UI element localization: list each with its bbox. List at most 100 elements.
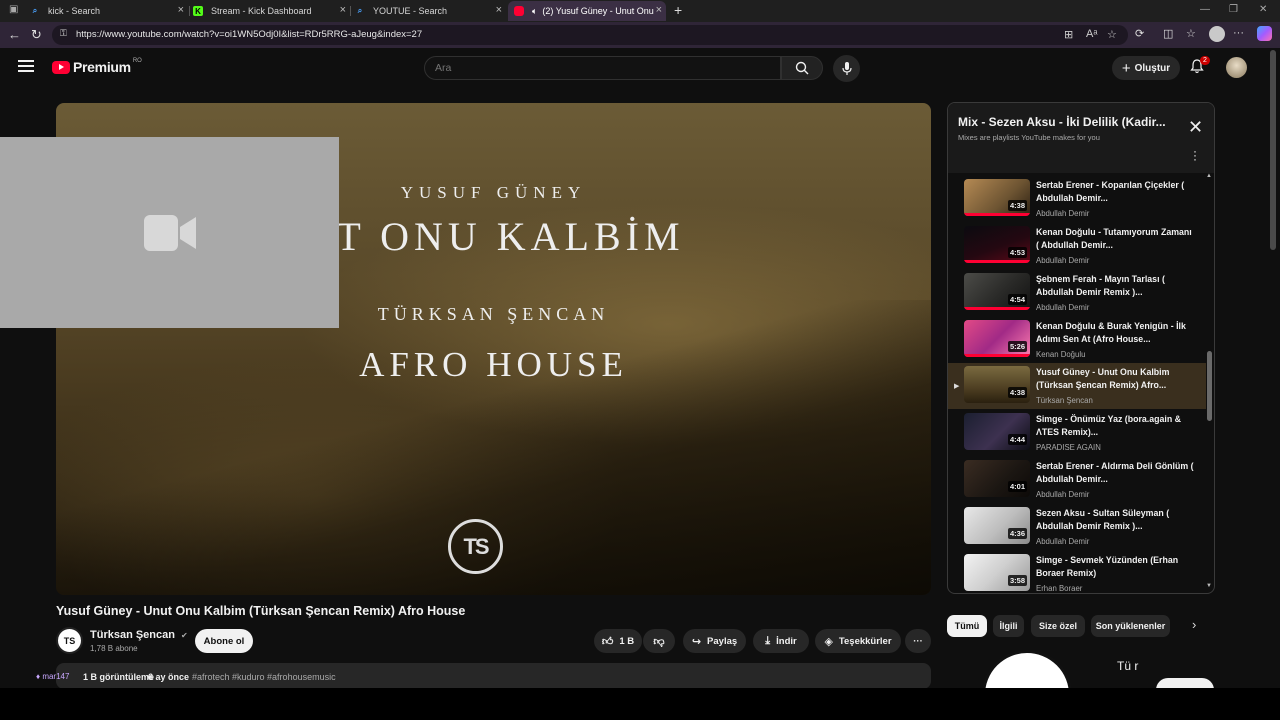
playlist-item[interactable]: 4:38 Sertab Erener - Koparılan Çiçekler …: [948, 177, 1206, 224]
url-text[interactable]: https://www.youtube.com/watch?v=oi1WN5Od…: [76, 29, 422, 40]
recommendation-text[interactable]: Tü r: [1117, 658, 1138, 674]
tab-actions-icon[interactable]: ▣: [9, 4, 18, 15]
close-icon[interactable]: ×: [496, 4, 502, 16]
profile-avatar[interactable]: [1209, 26, 1225, 42]
voice-search-button[interactable]: [833, 55, 860, 82]
split-screen-icon[interactable]: ◫: [1163, 27, 1173, 40]
item-title: Simge - Sevmek Yüzünden (Erhan Boraer Re…: [1036, 555, 1179, 578]
watched-bar: [964, 260, 1030, 263]
ts-logo-icon: TS: [448, 519, 503, 574]
tab-title: Stream - Kick Dashboard: [211, 6, 312, 16]
close-icon[interactable]: ×: [656, 4, 662, 16]
share-label: Paylaş: [707, 635, 738, 647]
account-avatar[interactable]: [1226, 57, 1247, 78]
close-icon[interactable]: ×: [178, 4, 184, 16]
search-icon: [795, 61, 809, 75]
item-title: Sertab Erener - Aldırma Deli Gönlüm ( Ab…: [1036, 461, 1194, 484]
playlist-item[interactable]: 4:54 Şebnem Ferah - Mayın Tarlası ( Abdu…: [948, 271, 1206, 318]
scroll-down-icon[interactable]: ▼: [1206, 583, 1212, 589]
item-channel: Abdullah Demir: [1036, 209, 1090, 218]
create-button[interactable]: + Oluştur: [1112, 56, 1180, 80]
description-box[interactable]: 1 B görüntüleme 6 ay önce #afrotech #kud…: [56, 663, 931, 689]
address-bar[interactable]: ⚿ https://www.youtube.com/watch?v=oi1WN5…: [52, 25, 1128, 45]
verified-icon: ✔: [181, 631, 188, 640]
browser-tab-2[interactable]: K Stream - Kick Dashboard ×: [193, 1, 350, 21]
playlist-item[interactable]: 5:26 Kenan Doğulu & Burak Yenigün - İlk …: [948, 318, 1206, 365]
playlist-item[interactable]: 4:53 Kenan Doğulu - Tutamıyorum Zamanı (…: [948, 224, 1206, 271]
copilot-icon[interactable]: [1257, 26, 1272, 41]
chevron-right-icon[interactable]: ›: [1192, 617, 1196, 632]
like-button[interactable]: 👍︎ 1 B: [594, 629, 642, 653]
video-camera-icon: [143, 214, 196, 251]
thumbnail: 4:54: [964, 273, 1030, 310]
chip-for-you[interactable]: Size özel: [1031, 615, 1085, 637]
favorite-star-icon[interactable]: ☆: [1107, 28, 1117, 41]
duration: 4:54: [1007, 294, 1027, 305]
scroll-up-icon[interactable]: ▲: [1206, 173, 1212, 179]
thanks-label: Teşekkürler: [838, 635, 892, 647]
maximize-icon[interactable]: ❐: [1229, 4, 1238, 15]
item-title: Kenan Doğulu & Burak Yenigün - İlk Adımı…: [1036, 321, 1186, 344]
reload-icon[interactable]: ↻: [31, 27, 42, 43]
extensions-icon[interactable]: ⟳: [1135, 27, 1144, 40]
download-label: İndir: [776, 635, 797, 647]
playlist-scrollbar[interactable]: ▲ ▼: [1206, 173, 1214, 593]
speaker-icon[interactable]: 🔈︎: [532, 6, 537, 17]
share-button[interactable]: ↪ Paylaş: [683, 629, 746, 653]
share-icon: ↪: [691, 635, 702, 648]
youtube-premium-logo[interactable]: Premium RO: [52, 58, 142, 75]
more-menu-icon[interactable]: ···: [1233, 27, 1244, 39]
playlist-item[interactable]: 4:36 Sezen Aksu - Sultan Süleyman ( Abdu…: [948, 505, 1206, 552]
item-channel: Abdullah Demir: [1036, 256, 1090, 265]
playlist-header: Mix - Sezen Aksu - İki Delilik (Kadir...…: [948, 103, 1214, 173]
browser-tab-4[interactable]: 🔈︎ (2) Yusuf Güney - Unut Onu ×: [508, 1, 666, 21]
download-button[interactable]: ⤓ İndir: [753, 629, 809, 653]
more-vert-icon[interactable]: · · ·: [1193, 145, 1197, 165]
duration: 5:26: [1007, 341, 1027, 352]
back-icon[interactable]: ←: [8, 27, 21, 42]
close-icon[interactable]: ✕: [1188, 117, 1203, 138]
close-icon[interactable]: ×: [340, 4, 346, 16]
dislike-button[interactable]: 👎︎: [643, 629, 675, 653]
search-input[interactable]: [435, 62, 755, 74]
item-title: Şebnem Ferah - Mayın Tarlası ( Abdullah …: [1036, 274, 1165, 297]
browser-tab-strip: ▣ ⌕ kick - Search × K Stream - Kick Dash…: [0, 0, 1280, 22]
browser-tab-1[interactable]: ⌕ kick - Search ×: [30, 1, 188, 21]
tab-divider: [189, 6, 190, 16]
playlist-title[interactable]: Mix - Sezen Aksu - İki Delilik (Kadir...: [958, 115, 1178, 129]
favorites-icon[interactable]: ☆: [1186, 27, 1196, 40]
channel-name[interactable]: Türksan Şencan ✔: [90, 629, 188, 641]
channel-avatar[interactable]: TS: [56, 627, 83, 654]
chip-all[interactable]: Tümü: [947, 615, 987, 637]
search-button[interactable]: [781, 56, 823, 80]
more-actions-button[interactable]: ···: [905, 629, 931, 653]
scrollbar-thumb[interactable]: [1207, 351, 1212, 421]
playlist-item[interactable]: 4:01 Sertab Erener - Aldırma Deli Gönlüm…: [948, 458, 1206, 505]
plus-icon: +: [1121, 59, 1131, 77]
search-box[interactable]: [424, 56, 781, 80]
item-title: Sezen Aksu - Sultan Süleyman ( Abdullah …: [1036, 508, 1170, 531]
microphone-icon: [841, 61, 852, 75]
hashtags[interactable]: #afrotech #kuduro #afrohousemusic: [192, 672, 336, 682]
playlist-item-current[interactable]: ▶ 4:38 Yusuf Güney - Unut Onu Kalbim (Tü…: [948, 363, 1206, 409]
thanks-button[interactable]: ◈ Teşekkürler: [815, 629, 901, 653]
chip-related[interactable]: İlgili: [993, 615, 1024, 637]
taskbar-strip: [0, 688, 1280, 720]
playlist-item[interactable]: 3:58 Simge - Sevmek Yüzünden (Erhan Bora…: [948, 552, 1206, 593]
new-tab-icon[interactable]: +: [674, 2, 682, 18]
chip-recent-uploads[interactable]: Son yüklenenler: [1091, 615, 1170, 637]
hamburger-menu-icon[interactable]: [18, 60, 34, 72]
watched-bar: [964, 213, 1030, 216]
like-count: 1 B: [619, 635, 635, 647]
lock-icon[interactable]: ⚿: [60, 28, 67, 39]
minimize-icon[interactable]: —: [1200, 4, 1210, 15]
apps-icon[interactable]: ⊞: [1064, 28, 1073, 41]
page-scrollbar[interactable]: [1270, 50, 1276, 250]
item-channel: Abdullah Demir: [1036, 490, 1090, 499]
duration: 4:01: [1007, 481, 1027, 492]
read-aloud-icon[interactable]: Aᵃ: [1086, 28, 1097, 40]
window-close-icon[interactable]: ✕: [1259, 4, 1267, 15]
playlist-item[interactable]: 4:44 Simge - Önümüz Yaz (bora.again & ΛT…: [948, 411, 1206, 458]
subscribe-button[interactable]: Abone ol: [195, 629, 253, 653]
browser-tab-3[interactable]: ⌕ YOUTUE - Search ×: [352, 1, 506, 21]
